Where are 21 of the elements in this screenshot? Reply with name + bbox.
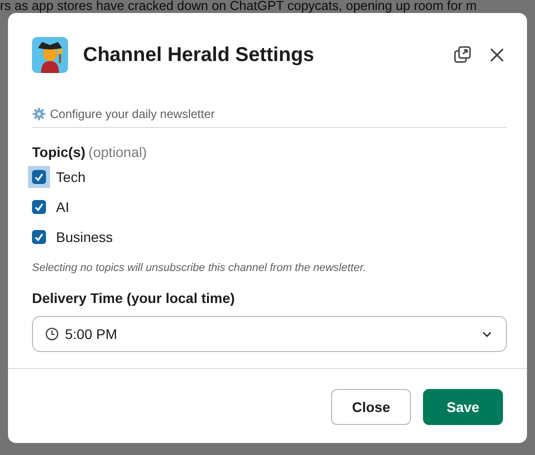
close-button[interactable]: Close xyxy=(331,389,411,425)
checkbox-label: Tech xyxy=(56,169,86,185)
checkbox[interactable] xyxy=(32,200,46,214)
dialog-title: Channel Herald Settings xyxy=(83,44,316,66)
article-text: rs as app stores have cracked down on ChatGPT copycats, opening up room for m xyxy=(0,0,477,13)
dialog-subtitle: Configure your daily newsletter xyxy=(50,107,215,121)
checkbox[interactable] xyxy=(32,170,46,184)
delivery-label: Delivery Time (your local time) xyxy=(32,290,236,306)
clock-icon xyxy=(45,327,59,341)
checkbox-label: AI xyxy=(56,199,70,215)
help-text: Selecting no topics will unsubscribe this channel from the newsletter. xyxy=(32,262,368,274)
app-logo-icon xyxy=(32,37,68,73)
topics-label: Topic(s) xyxy=(32,144,86,160)
time-dropdown[interactable]: 5:00 PM xyxy=(32,316,507,352)
chevron-down-icon xyxy=(482,330,492,338)
save-button[interactable]: Save xyxy=(423,389,503,425)
optional-hint: (optional) xyxy=(88,144,147,160)
checkbox[interactable] xyxy=(32,230,46,244)
gear-icon xyxy=(32,107,46,121)
checkbox-label: Business xyxy=(56,229,113,245)
popout-icon[interactable] xyxy=(453,45,473,65)
